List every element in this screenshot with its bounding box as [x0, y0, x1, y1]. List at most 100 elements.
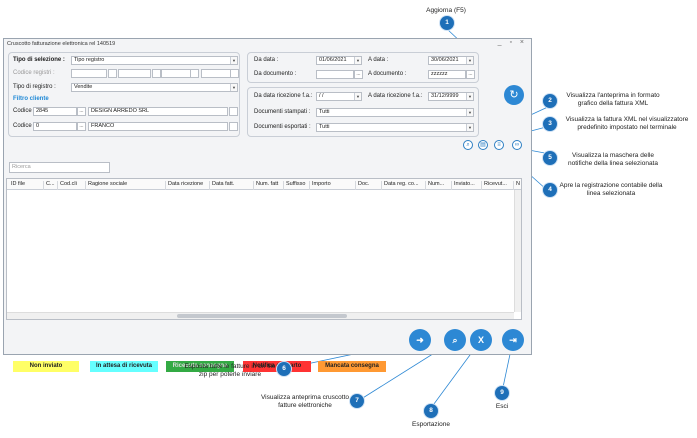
legend-mancata-consegna: Mancata consegna — [318, 361, 386, 372]
invoices-table[interactable]: ID file C... Cod.cli Ragione sociale Dat… — [6, 178, 522, 320]
codice-input[interactable]: 2845 — [33, 107, 77, 116]
registro-lookup-1[interactable] — [108, 69, 117, 78]
col-data-reg[interactable]: Data reg. co... — [381, 181, 425, 190]
registro-field-1[interactable] — [71, 69, 107, 78]
refresh-icon: ↻ — [509, 89, 519, 101]
da-ricezione-label: Da data ricezione f.a.: — [254, 93, 313, 99]
legend-in-attesa: In attesa di ricevuta — [90, 361, 158, 372]
callout-4-text: Apre la registrazione contabile della li… — [559, 182, 663, 197]
col-c[interactable]: C... — [43, 181, 57, 190]
registro-field-2[interactable] — [118, 69, 151, 78]
da-documento-input[interactable] — [316, 70, 354, 79]
exit-icon: ⇥ — [509, 335, 517, 345]
a-ricezione-input[interactable]: 31/12/9999 ▼ — [428, 92, 474, 101]
scroll-thumb[interactable] — [177, 314, 347, 318]
col-num[interactable]: Num... — [425, 181, 451, 190]
codice2-lookup-button[interactable]: ... — [77, 122, 86, 131]
registration-button[interactable]: ≡ — [494, 140, 504, 150]
col-n[interactable]: N — [513, 181, 522, 190]
codice-label: Codice — [13, 108, 32, 114]
tipo-selezione-select[interactable]: Tipo registro ▼ — [71, 56, 238, 65]
callout-8-text: Esportazione — [412, 421, 450, 428]
a-documento-input[interactable]: zzzzzz — [428, 70, 466, 79]
callout-3-text: Visualizza la fattura XML nel visualizza… — [565, 116, 689, 131]
export-zip-button[interactable]: ➜ — [409, 329, 431, 351]
a-documento-lookup[interactable]: ... — [466, 70, 475, 79]
tipo-registro-label: Tipo di registro : — [13, 84, 56, 90]
ledger-icon: ≡ — [497, 142, 501, 148]
horizontal-scrollbar[interactable] — [7, 312, 514, 319]
callout-2-text: Visualizza l'anteprima in formato grafic… — [566, 92, 660, 107]
callout-6-badge: 6 — [277, 362, 291, 376]
doc-esportati-label: Documenti esportati : — [254, 124, 311, 130]
magnifier-icon: ⌕ — [466, 142, 470, 148]
exit-button[interactable]: ⇥ — [502, 329, 524, 351]
table-header: ID file C... Cod.cli Ragione sociale Dat… — [7, 179, 521, 190]
tipo-selezione-label: Tipo di selezione : — [13, 57, 65, 63]
chevron-down-icon: ▼ — [466, 57, 473, 64]
preview-dashboard-button[interactable]: ⌕ — [444, 329, 466, 351]
col-suffisso[interactable]: Suffisso — [283, 181, 309, 190]
excel-export-button[interactable]: X — [470, 329, 492, 351]
xml-viewer-button[interactable]: ▤ — [478, 140, 488, 150]
col-doc[interactable]: Doc. — [355, 181, 381, 190]
codice2-input[interactable]: 0 — [33, 122, 77, 131]
legend-non-inviato: Non inviato — [13, 361, 79, 372]
chevron-down-icon: ▼ — [466, 124, 473, 131]
doc-stampati-label: Documenti stampati : — [254, 109, 311, 115]
preview-icon: ⌕ — [452, 335, 458, 345]
search-input[interactable]: Ricerca — [9, 162, 110, 173]
export-arrow-icon: ➜ — [416, 335, 424, 345]
callout-9-badge: 9 — [495, 386, 509, 400]
codice2-desc-button[interactable] — [229, 122, 238, 131]
chevron-down-icon: ▼ — [354, 93, 361, 100]
refresh-button[interactable]: ↻ — [504, 85, 524, 105]
codice-desc-button[interactable] — [229, 107, 238, 116]
registro-lookup-4[interactable] — [230, 69, 239, 78]
col-ragione-sociale[interactable]: Ragione sociale — [85, 181, 165, 190]
doc-stampati-select[interactable]: Tutti ▼ — [316, 108, 474, 117]
a-ricezione-label: A data ricezione f.a.: — [368, 93, 423, 99]
col-num-fatt[interactable]: Num. fatt — [253, 181, 283, 190]
vertical-scrollbar[interactable] — [514, 190, 521, 312]
da-documento-label: Da documento : — [254, 71, 297, 77]
callout-5-badge: 5 — [543, 151, 557, 165]
col-id-file[interactable]: ID file — [9, 181, 43, 190]
da-ricezione-input[interactable]: / / ▼ — [316, 92, 362, 101]
callout-5-text: Visualizza la maschera delle notifiche d… — [568, 152, 658, 167]
callout-7-text: Visualizza anteprima cruscotto fatture e… — [260, 394, 350, 409]
window-controls[interactable]: _ ▫ × — [498, 39, 527, 46]
excel-icon: X — [477, 335, 484, 345]
a-data-input[interactable]: 30/06/2021 ▼ — [428, 56, 474, 65]
filtro-cliente-label: Filtro cliente — [13, 96, 49, 102]
codice-lookup-button[interactable]: ... — [77, 107, 86, 116]
callout-2-badge: 2 — [543, 94, 557, 108]
col-ricevuta[interactable]: Ricevut... — [481, 181, 513, 190]
registro-lookup-2[interactable] — [152, 69, 161, 78]
chevron-down-icon: ▼ — [354, 57, 361, 64]
col-data-fatt[interactable]: Data fatt. — [209, 181, 253, 190]
chevron-down-icon: ▼ — [466, 93, 473, 100]
callout-6-text: Esposta tutte le fatture in un file zip … — [184, 363, 276, 378]
da-documento-lookup[interactable]: ... — [354, 70, 363, 79]
registro-lookup-3[interactable] — [190, 69, 199, 78]
main-window: Cruscotto fatturazione elettronica rel 1… — [3, 38, 532, 372]
callout-7-badge: 7 — [350, 394, 364, 408]
callout-8-badge: 8 — [424, 404, 438, 418]
callout-4-badge: 4 — [543, 183, 557, 197]
tipo-registro-select[interactable]: Vendite ▼ — [71, 83, 238, 92]
codice-registri-label: Codice registri : — [13, 70, 55, 76]
notifications-button[interactable]: ∞ — [512, 140, 522, 150]
chevron-down-icon: ▼ — [230, 84, 237, 91]
col-data-ricezione[interactable]: Data ricezione — [165, 181, 209, 190]
chevron-down-icon: ▼ — [466, 109, 473, 116]
xml-graphic-preview-button[interactable]: ⌕ — [463, 140, 473, 150]
da-data-input[interactable]: 01/06/2021 ▼ — [316, 56, 362, 65]
col-importo[interactable]: Importo — [309, 181, 355, 190]
col-inviato[interactable]: Inviato... — [451, 181, 481, 190]
col-cod-cli[interactable]: Cod.cli — [57, 181, 85, 190]
link-icon: ∞ — [514, 142, 520, 148]
callout-3-badge: 3 — [543, 117, 557, 131]
registro-field-4[interactable] — [201, 69, 231, 78]
doc-esportati-select[interactable]: Tutti ▼ — [316, 123, 474, 132]
